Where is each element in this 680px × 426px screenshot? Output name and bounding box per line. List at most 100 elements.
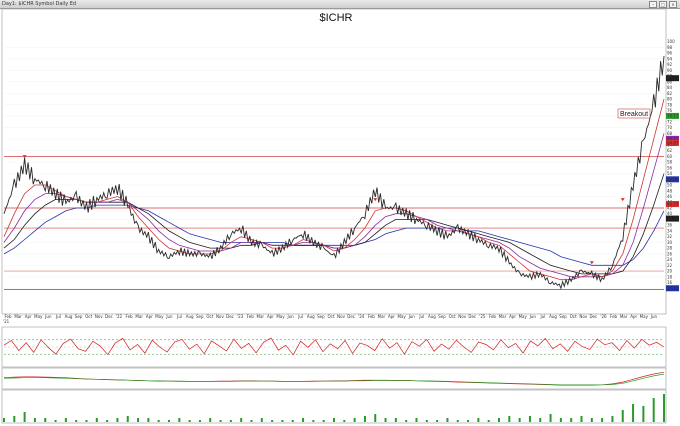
volume-bar (405, 420, 408, 422)
price-tick-label: 50 (667, 183, 673, 188)
time-tick-label: '23 (237, 314, 244, 319)
volume-bar (580, 416, 583, 422)
price-tick-label: 28 (667, 246, 673, 251)
time-tick-label: May (397, 314, 406, 319)
time-tick-label: '24 (358, 314, 365, 319)
volume-bar (178, 418, 181, 422)
volume-bar (106, 420, 109, 422)
volume-bar (250, 420, 253, 422)
time-tick-label: Jun (286, 314, 294, 319)
volume-bar (219, 420, 222, 422)
time-tick-label: Oct (449, 314, 456, 319)
chart-title: $ICHR (319, 12, 352, 24)
volume-bar (240, 418, 243, 422)
time-tick-label: Apr (388, 314, 395, 319)
time-tick-label: Sep (75, 314, 83, 319)
time-tick-label: Sep (196, 314, 204, 319)
volume-bar (281, 420, 284, 422)
time-tick-label: Oct (570, 314, 577, 319)
volume-bar (425, 420, 428, 422)
volume-bar (353, 418, 356, 422)
volume-bar (570, 418, 573, 422)
time-tick-label: Mar (257, 314, 265, 319)
volume-bar (302, 418, 305, 422)
volume-bar (54, 420, 57, 422)
volume-bar (394, 418, 397, 422)
price-tick-label: 54 (667, 171, 673, 176)
time-tick-label: Jul (297, 314, 303, 319)
time-tick-label: Aug (186, 314, 194, 319)
volume-bar (188, 420, 191, 422)
time-tick-label: '22 (116, 314, 123, 319)
minimize-icon[interactable]: – (649, 1, 657, 8)
time-tick-label: Jul (418, 314, 424, 319)
price-tick-label: 78 (667, 102, 673, 107)
time-tick-label: Aug (428, 314, 436, 319)
time-tick-label: Dec (589, 314, 597, 319)
price-tick-label: 80 (667, 97, 673, 102)
volume-bar (539, 418, 542, 422)
volume-bar (611, 416, 614, 422)
price-tick-label: 96 (667, 51, 673, 56)
volume-bar (467, 420, 470, 422)
price-tick-label: 100 (667, 39, 675, 44)
price-tick-label: 94 (667, 56, 673, 61)
time-tick-label: Aug (307, 314, 315, 319)
volume-bar (95, 418, 98, 422)
time-tick-label: Nov (337, 314, 345, 319)
close-icon[interactable]: × (669, 1, 677, 8)
time-tick-label: Mar (378, 314, 386, 319)
price-tick-label: 36 (667, 223, 673, 228)
volume-bar (363, 416, 366, 422)
time-tick-label: Jul (539, 314, 545, 319)
volume-bar (322, 420, 325, 422)
oscillator-panel (1, 367, 667, 390)
volume-bar (13, 416, 16, 422)
volume-bar (271, 420, 274, 422)
time-tick-label: Mar (620, 314, 628, 319)
volume-bar (446, 418, 449, 422)
price-tick-label: 68 (667, 131, 673, 136)
price-tick-label: 84 (667, 85, 673, 90)
time-tick-label: '25 (479, 314, 486, 319)
volume-bar (137, 418, 140, 422)
volume-bar (147, 418, 150, 422)
volume-bar (312, 420, 315, 422)
volume-bar (85, 420, 88, 422)
volume-bar (436, 420, 439, 422)
volume-bar (23, 412, 26, 422)
maximize-icon[interactable]: □ (659, 1, 667, 8)
time-tick-label: Mar (135, 314, 143, 319)
price-tick-label: 30 (667, 240, 673, 245)
volume-bar (498, 418, 500, 422)
time-tick-label: Nov (579, 314, 587, 319)
time-tick-label: Dec (226, 314, 234, 319)
breakout-annotation: Breakout (617, 108, 651, 119)
time-tick-label: Jul (55, 314, 61, 319)
value-badge-label: 43.37 (667, 202, 679, 207)
time-tick-label: Mar (499, 314, 507, 319)
time-tick-label: Dec (347, 314, 355, 319)
volume-bar (3, 418, 5, 422)
volume-bar (229, 420, 232, 422)
volume-bar (374, 414, 377, 422)
time-tick-label: Feb (247, 314, 255, 319)
time-tick-label: Feb (489, 314, 497, 319)
volume-bar (601, 418, 604, 422)
time-tick-label: '21 (3, 319, 10, 324)
volume-bar (157, 420, 160, 422)
time-tick-label: May (640, 314, 649, 319)
volume-bar (652, 398, 655, 422)
volume-bar (632, 404, 635, 422)
window-title: Day1: $ICHR Symbol Daily Ed (2, 1, 77, 7)
time-tick-label: Sep (438, 314, 446, 319)
price-tick-label: 16 (667, 280, 673, 285)
time-tick-label: Feb (4, 314, 12, 319)
window-controls: – □ × (649, 1, 677, 8)
value-badge-label: 14.00 (667, 286, 679, 291)
volume-bar (44, 418, 47, 422)
time-tick-label: Sep (559, 314, 567, 319)
time-tick-label: Feb (126, 314, 134, 319)
breakout-label: Breakout (620, 111, 648, 118)
volume-bar (116, 418, 119, 422)
